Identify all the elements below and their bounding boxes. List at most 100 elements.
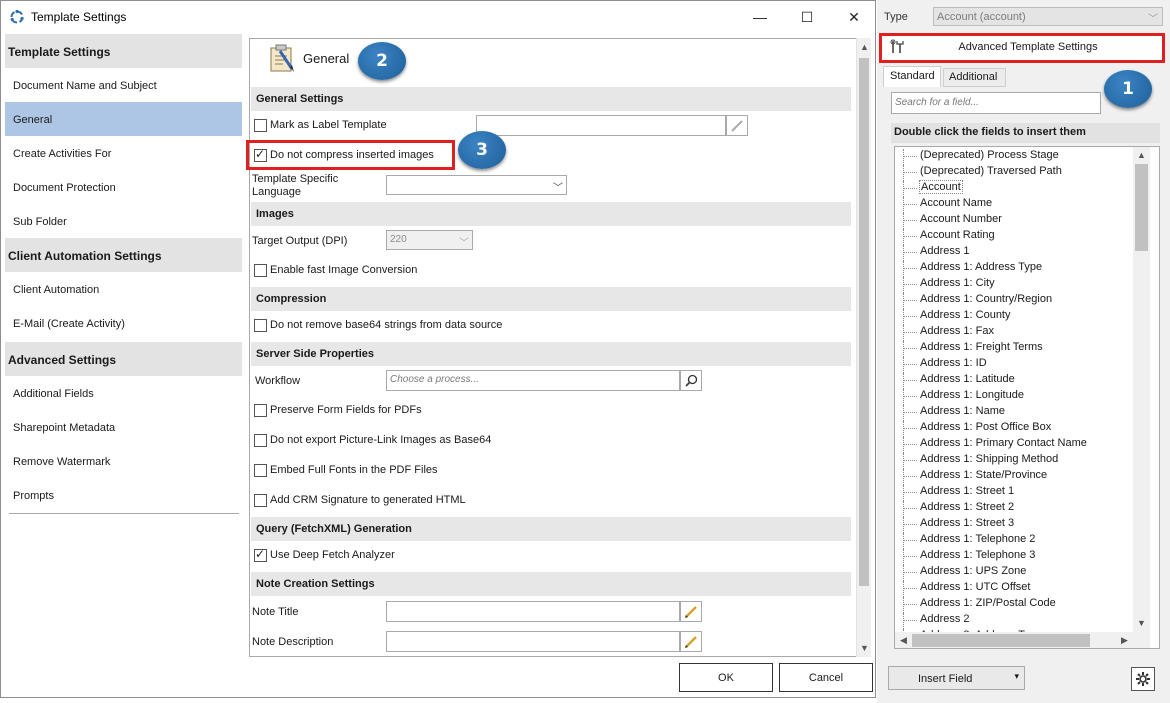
tab-additional[interactable]: Additional (943, 68, 1006, 87)
scroll-left-icon[interactable]: ◀ (895, 632, 912, 648)
field-tree-item-label: Address 1: UPS Zone (920, 565, 1027, 577)
field-tree-item-label: Address 1: County (920, 309, 1011, 321)
tree-connector (903, 204, 917, 205)
settings-button[interactable] (1131, 667, 1155, 691)
field-tree-hscroll[interactable]: ◀ ▶ (895, 632, 1150, 648)
label-template-edit-button[interactable] (726, 115, 748, 136)
tab-standard[interactable]: Standard (883, 66, 941, 87)
minimize-icon: — (753, 9, 767, 25)
pencil-icon (685, 635, 697, 648)
nav-item-sharepoint-metadata[interactable]: Sharepoint Metadata (5, 410, 242, 444)
pencil-icon (731, 119, 743, 132)
field-search-input[interactable]: Search for a field... (891, 92, 1101, 114)
mark-as-label-label: Mark as Label Template (270, 119, 387, 131)
no-remove-base64-checkbox[interactable] (254, 319, 267, 332)
tree-connector (903, 341, 904, 357)
content-scroll-thumb[interactable] (859, 58, 869, 586)
scroll-down-icon[interactable]: ▼ (857, 640, 872, 656)
close-button[interactable]: ✕ (831, 1, 877, 33)
field-tree-hthumb[interactable] (912, 634, 1090, 647)
no-export-picture-checkbox[interactable] (254, 434, 267, 447)
chevron-down-icon: ▾ (1014, 671, 1019, 681)
nav-item-document-protection[interactable]: Document Protection (5, 170, 242, 204)
tree-connector (903, 188, 917, 189)
workflow-search-button[interactable] (680, 370, 702, 391)
preserve-form-checkbox[interactable] (254, 404, 267, 417)
scroll-down-icon[interactable]: ▼ (1133, 615, 1150, 632)
tree-connector (903, 300, 917, 301)
scroll-up-icon[interactable]: ▲ (1133, 147, 1150, 164)
entity-type-select[interactable]: Account (account) ﹀ (933, 7, 1163, 26)
scroll-right-icon[interactable]: ▶ (1116, 632, 1133, 648)
note-description-input[interactable] (386, 631, 680, 652)
tree-connector (903, 549, 904, 565)
content-title: General (303, 51, 350, 66)
nav-item-create-activities[interactable]: Create Activities For (5, 136, 242, 170)
workflow-placeholder: Choose a process... (390, 374, 479, 385)
field-tree-item-label: Address 1: Fax (920, 325, 994, 337)
field-tree-item-label: Account Name (920, 197, 993, 209)
target-output-select[interactable]: 220 ﹀ (386, 230, 473, 250)
nav-item-remove-watermark[interactable]: Remove Watermark (5, 444, 242, 478)
fast-image-checkbox[interactable] (254, 264, 267, 277)
field-tree[interactable]: (Deprecated) Process Stage (Deprecated) T… (894, 146, 1160, 649)
ok-button[interactable]: OK (679, 663, 773, 692)
maximize-button[interactable]: ☐ (784, 1, 830, 33)
section-general-settings: General Settings (251, 87, 851, 111)
note-title-input[interactable] (386, 601, 680, 622)
tree-connector (903, 268, 917, 269)
field-tree-item-label: Address 1: Telephone 3 (920, 549, 1036, 561)
section-images: Images (251, 202, 851, 226)
deep-fetch-checkbox[interactable] (254, 547, 267, 562)
tree-connector (903, 380, 917, 381)
tree-connector (903, 405, 904, 421)
crm-signature-checkbox[interactable] (254, 494, 267, 507)
nav-item-email-create-activity[interactable]: E-Mail (Create Activity) (5, 306, 242, 340)
tree-connector (903, 565, 904, 581)
insert-field-button[interactable]: Insert Field ▾ (888, 666, 1025, 690)
workflow-input[interactable]: Choose a process... (386, 370, 680, 391)
gear-icon (1136, 672, 1150, 686)
annotation-badge-1: 1 (1104, 70, 1152, 108)
preserve-form-label: Preserve Form Fields for PDFs (270, 404, 422, 416)
nav-item-general[interactable]: General (5, 102, 242, 136)
nav-item-document-name[interactable]: Document Name and Subject (5, 68, 242, 102)
field-tree-item-label: (Deprecated) Traversed Path (920, 165, 1062, 177)
deep-fetch-label: Use Deep Fetch Analyzer (270, 549, 395, 561)
tree-connector (903, 293, 904, 309)
note-title-edit-button[interactable] (680, 601, 702, 622)
template-language-select[interactable]: ﹀ (386, 175, 567, 195)
fast-image-label: Enable fast Image Conversion (270, 264, 418, 276)
field-tree-item-label: Address 1: Street 3 (920, 517, 1015, 529)
content-scrollbar[interactable]: ▲ ▼ (856, 38, 871, 657)
label-template-field[interactable] (476, 115, 726, 136)
tree-connector (903, 620, 917, 621)
close-icon: ✕ (848, 8, 860, 25)
chevron-down-icon: ﹀ (553, 183, 563, 194)
general-settings-panel: General General Settings Mark as Label T… (249, 38, 871, 657)
tree-connector (903, 261, 904, 277)
section-server-side: Server Side Properties (251, 342, 851, 366)
insert-field-label: Insert Field (918, 673, 973, 685)
section-compression: Compression (251, 287, 851, 311)
cancel-button[interactable]: Cancel (779, 663, 873, 692)
note-description-edit-button[interactable] (680, 631, 702, 652)
field-tree-vthumb[interactable] (1135, 164, 1148, 251)
chevron-down-icon: ﹀ (1148, 14, 1158, 25)
nav-item-client-automation[interactable]: Client Automation (5, 272, 242, 306)
field-tree-item-label: Address 1: Latitude (920, 373, 1015, 385)
minimize-button[interactable]: — (737, 1, 783, 33)
nav-item-sub-folder[interactable]: Sub Folder (5, 204, 242, 238)
mark-as-label-checkbox[interactable] (254, 119, 267, 132)
tree-connector (903, 428, 917, 429)
pencil-icon (685, 605, 697, 618)
scroll-up-icon[interactable]: ▲ (857, 39, 872, 55)
embed-fonts-checkbox[interactable] (254, 464, 267, 477)
tree-connector (903, 524, 917, 525)
field-tree-vscroll[interactable]: ▲ ▼ (1133, 147, 1150, 632)
tree-connector (903, 245, 904, 261)
field-tree-item-label: Account Rating (920, 229, 995, 241)
nav-item-prompts[interactable]: Prompts (5, 478, 242, 512)
tree-connector (903, 389, 904, 405)
nav-item-additional-fields[interactable]: Additional Fields (5, 376, 242, 410)
